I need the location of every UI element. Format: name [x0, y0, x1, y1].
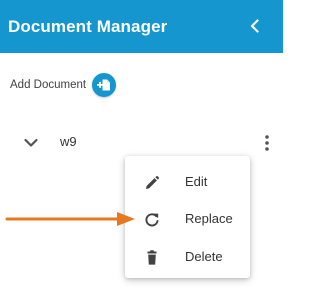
menu-item-label: Delete [185, 249, 223, 264]
menu-item-edit[interactable]: Edit [125, 165, 250, 201]
context-menu: Edit Replace Delete [125, 156, 250, 278]
document-name: w9 [60, 134, 77, 149]
menu-item-label: Replace [185, 211, 233, 226]
header-bar: Document Manager [0, 0, 283, 53]
chevron-down-icon[interactable] [22, 134, 40, 152]
add-document-button[interactable] [92, 73, 117, 97]
menu-item-delete[interactable]: Delete [125, 240, 250, 276]
document-manager-panel: Document Manager Add Document w9 Edit Re… [0, 0, 283, 300]
trash-icon [143, 249, 161, 267]
menu-item-replace[interactable]: Replace [125, 202, 250, 238]
add-document-row: Add Document [10, 72, 117, 98]
list-item[interactable]: w9 [0, 128, 283, 158]
add-document-label: Add Document [10, 79, 87, 91]
add-document-icon [97, 79, 111, 91]
refresh-icon [143, 211, 161, 229]
menu-item-label: Edit [185, 174, 208, 189]
more-vert-icon[interactable] [260, 132, 274, 154]
chevron-left-icon[interactable] [245, 16, 265, 36]
annotation-arrow-icon [5, 212, 135, 226]
page-title: Document Manager [8, 17, 168, 36]
pencil-icon [143, 174, 161, 192]
